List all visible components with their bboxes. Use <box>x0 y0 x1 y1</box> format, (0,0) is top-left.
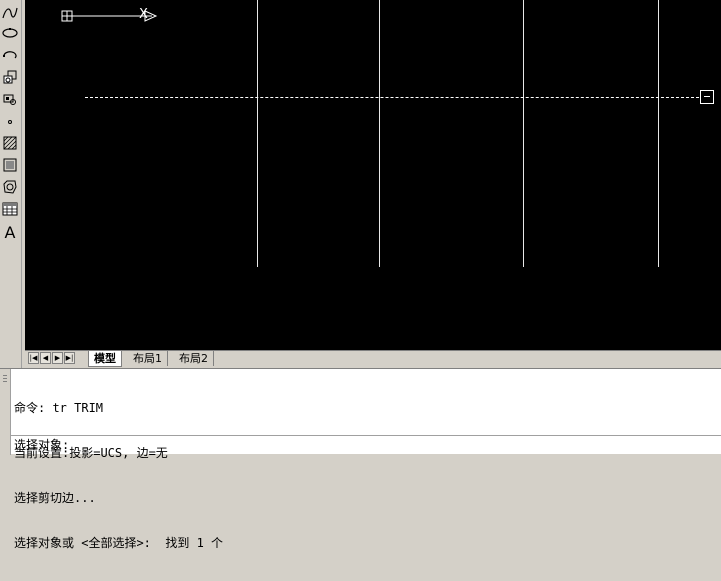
spline-icon[interactable] <box>1 4 19 22</box>
command-history-line: 选择剪切边... <box>14 491 96 505</box>
layout-tab-bar: |◀ ◀ ▶ ▶| 模型 布局1 布局2 <box>25 350 721 367</box>
draw-toolbar: A <box>0 0 22 368</box>
command-history-line: 选择对象或 <全部选择>: 找到 1 个 <box>14 536 224 550</box>
gradient-icon[interactable] <box>1 156 19 174</box>
tab-layout1[interactable]: 布局1 <box>128 351 168 366</box>
model-space-canvas[interactable]: X <box>25 0 721 350</box>
table-icon[interactable] <box>1 200 19 218</box>
previous-tab-button[interactable]: ◀ <box>40 352 51 364</box>
drawing-line[interactable] <box>379 0 380 267</box>
selected-cutting-edge-line[interactable] <box>85 97 699 98</box>
ellipse-arc-icon[interactable] <box>1 46 19 64</box>
point-icon[interactable] <box>1 112 19 130</box>
command-window-grip[interactable] <box>0 369 11 455</box>
command-history-line: 命令: tr TRIM <box>14 401 104 415</box>
first-tab-button[interactable]: |◀ <box>28 352 39 364</box>
make-block-icon[interactable] <box>1 90 19 108</box>
insert-block-icon[interactable] <box>1 68 19 86</box>
drawing-line[interactable] <box>658 0 659 267</box>
ucs-icon <box>61 10 158 22</box>
command-window: 命令: tr TRIM 当前设置:投影=UCS, 边=无 选择剪切边... 选择… <box>0 368 721 550</box>
crosshair-pickbox <box>700 90 714 104</box>
next-tab-button[interactable]: ▶ <box>52 352 63 364</box>
drawing-line[interactable] <box>257 0 258 267</box>
ellipse-icon[interactable] <box>1 24 19 42</box>
last-tab-button[interactable]: ▶| <box>64 352 75 364</box>
region-icon[interactable] <box>1 178 19 196</box>
command-divider <box>11 435 721 436</box>
command-history: 命令: tr TRIM 当前设置:投影=UCS, 边=无 选择剪切边... 选择… <box>14 371 223 581</box>
ucs-x-label: X <box>139 7 148 22</box>
drawing-line[interactable] <box>523 0 524 267</box>
multiline-text-icon[interactable]: A <box>1 224 19 242</box>
tab-layout2[interactable]: 布局2 <box>174 351 214 366</box>
hatch-icon[interactable] <box>1 134 19 152</box>
command-input[interactable]: 选择对象: <box>14 438 69 453</box>
tab-model[interactable]: 模型 <box>88 351 122 367</box>
